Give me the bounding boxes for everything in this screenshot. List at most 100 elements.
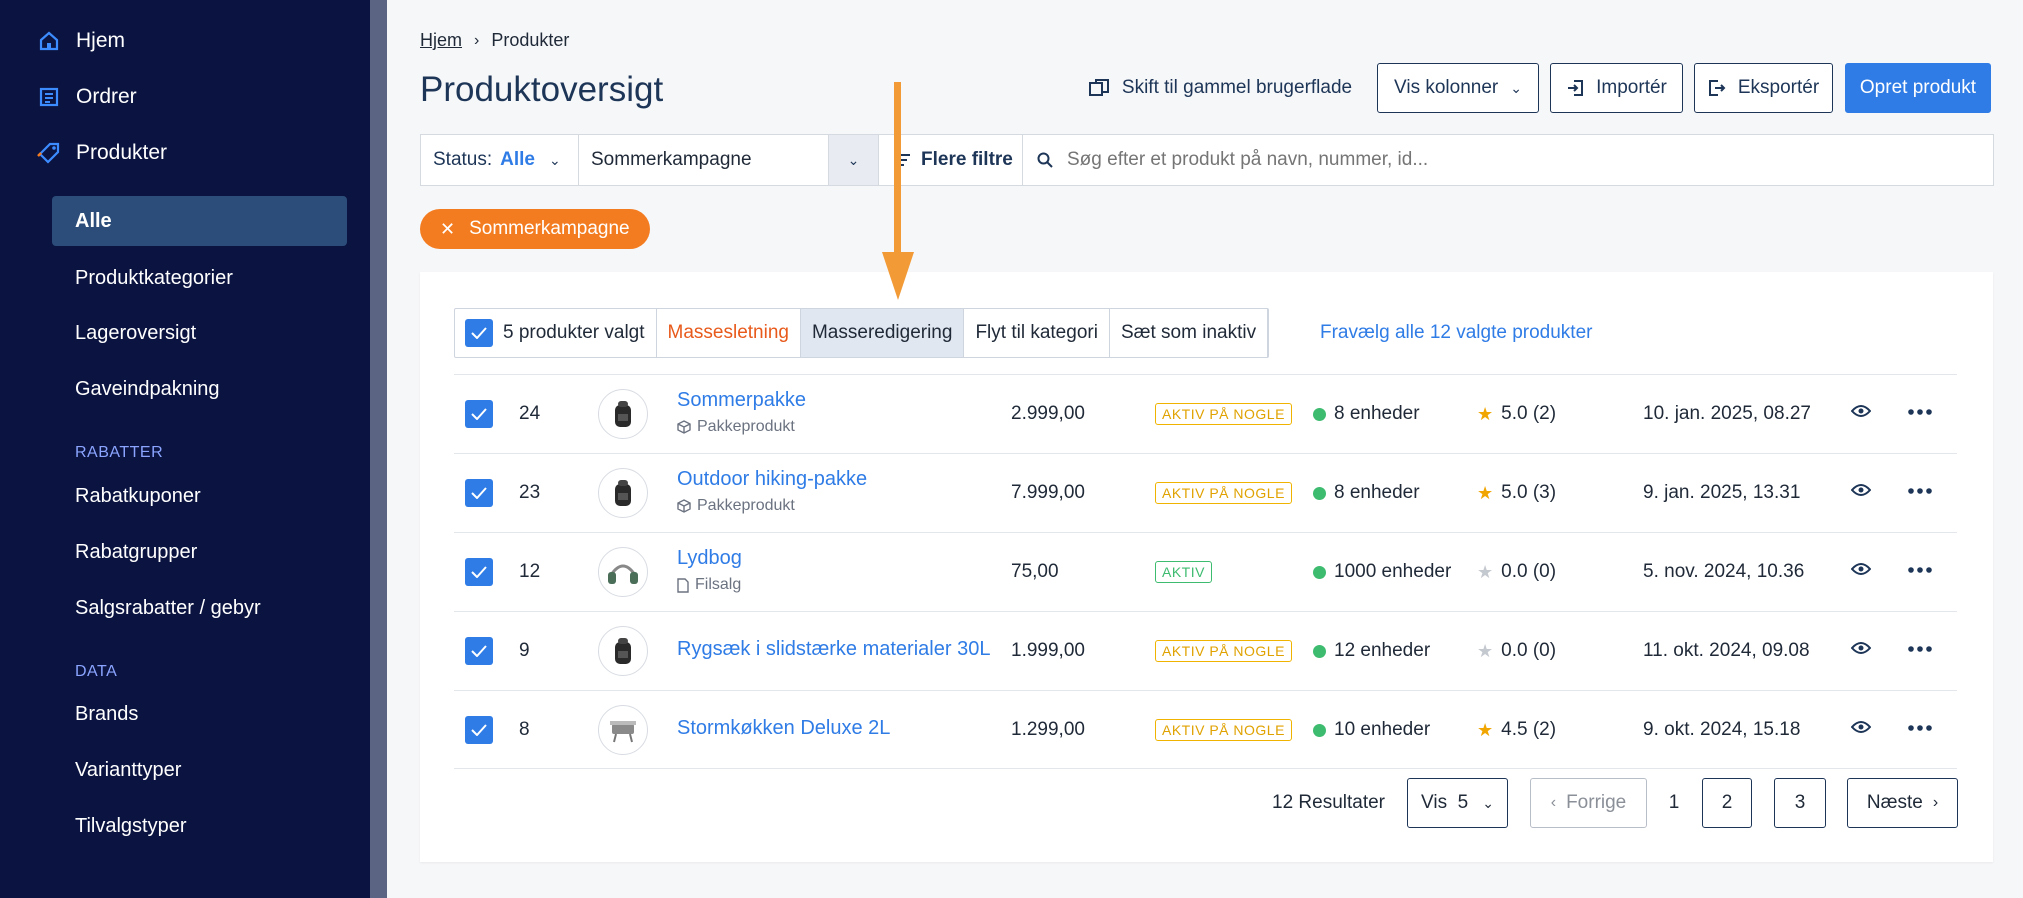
file-icon (677, 577, 689, 593)
nav-products-label: Produkter (76, 141, 168, 164)
nav-discount-groups[interactable]: Rabatgrupper (75, 541, 197, 564)
table-row[interactable]: 9 Rygsæk i slidstærke materialer 30L 1.9… (454, 611, 1957, 690)
product-id: 12 (519, 561, 541, 582)
product-id: 9 (519, 640, 530, 661)
rating: ★ 0.0 (0) (1477, 561, 1556, 583)
row-checkbox[interactable] (465, 558, 493, 586)
rating: ★ 0.0 (0) (1477, 640, 1556, 662)
product-type-label: Pakkeprodukt (697, 418, 795, 435)
nav-option-types[interactable]: Tilvalgstyper (75, 815, 187, 838)
campaign-dropdown-toggle[interactable]: ⌄ (829, 135, 879, 185)
stock-dot-icon (1313, 565, 1326, 579)
set-inactive-button[interactable]: Sæt som inaktiv (1110, 309, 1269, 357)
eye-icon[interactable] (1851, 641, 1871, 655)
table-row[interactable]: 24 Sommerpakke Pakkeprodukt 2.999,00 AKT… (454, 374, 1957, 453)
table-row[interactable]: 12 Lydbog Filsalg 75,00 AKTIV 1000 enhed… (454, 532, 1957, 611)
product-id: 8 (519, 719, 530, 740)
status-filter[interactable]: Status: Alle ⌄ (421, 135, 579, 185)
eye-icon[interactable] (1851, 404, 1871, 418)
nav-inventory[interactable]: Lageroversigt (75, 322, 196, 345)
switch-old-ui-button[interactable]: Skift til gammel brugerflade (1080, 63, 1360, 113)
row-checkbox[interactable] (465, 400, 493, 428)
more-options-icon[interactable] (1908, 488, 1932, 494)
bulk-delete-button[interactable]: Massesletning (657, 309, 801, 357)
eye-icon[interactable] (1851, 483, 1871, 497)
more-options-icon[interactable] (1908, 409, 1932, 415)
eye-icon[interactable] (1851, 720, 1871, 734)
row-checkbox[interactable] (465, 716, 493, 744)
search-input[interactable] (1067, 149, 1967, 171)
nav-products[interactable]: Produkter (36, 140, 167, 166)
move-to-category-button[interactable]: Flyt til kategori (964, 309, 1110, 357)
row-checkbox[interactable] (465, 637, 493, 665)
product-thumbnail (598, 547, 648, 597)
nav-coupons[interactable]: Rabatkuponer (75, 485, 201, 508)
product-price: 7.999,00 (1011, 482, 1085, 503)
updated-date: 10. jan. 2025, 08.27 (1643, 403, 1811, 424)
campaign-select[interactable]: Sommerkampagne (579, 135, 829, 185)
bulk-edit-button[interactable]: Masseredigering (800, 309, 965, 357)
export-button[interactable]: Eksportér (1694, 63, 1833, 113)
nav-gift-wrap[interactable]: Gaveindpakning (75, 378, 220, 401)
next-page-button[interactable]: Næste › (1847, 778, 1958, 828)
rating-label: 0.0 (0) (1501, 561, 1557, 582)
per-page-select[interactable]: Vis 5 ⌄ (1407, 778, 1508, 828)
more-options-icon[interactable] (1908, 646, 1932, 652)
create-product-button[interactable]: Opret produkt (1845, 63, 1991, 113)
star-icon: ★ (1477, 403, 1494, 424)
product-name-link[interactable]: Stormkøkken Deluxe 2L (677, 717, 890, 740)
nav-sales-discounts[interactable]: Salgsrabatter / gebyr (75, 597, 261, 620)
close-icon[interactable]: ✕ (440, 219, 455, 240)
annotation-arrow (882, 82, 914, 302)
import-button[interactable]: Importér (1550, 63, 1683, 113)
active-filter-chip[interactable]: ✕ Sommerkampagne (420, 209, 650, 249)
page-1[interactable]: 1 (1654, 778, 1694, 828)
nav-variant-types[interactable]: Varianttyper (75, 759, 181, 782)
status-badge: AKTIV (1155, 561, 1212, 583)
breadcrumb-home[interactable]: Hjem (420, 30, 462, 51)
stock-label: 1000 enheder (1334, 561, 1452, 582)
search-field[interactable] (1023, 135, 1993, 185)
nav-product-categories[interactable]: Produktkategorier (75, 267, 233, 290)
deselect-all-link[interactable]: Fravælg alle 12 valgte produkter (1320, 322, 1592, 344)
page-2[interactable]: 2 (1702, 778, 1752, 828)
table-row[interactable]: 23 Outdoor hiking-pakke Pakkeprodukt 7.9… (454, 453, 1957, 532)
eye-icon[interactable] (1851, 562, 1871, 576)
stock-dot-icon (1313, 407, 1326, 421)
stock-level: 12 enheder (1313, 640, 1430, 662)
stock-level: 1000 enheder (1313, 561, 1451, 583)
nav-home[interactable]: Hjem (36, 28, 125, 54)
rating: ★ 5.0 (3) (1477, 482, 1556, 504)
sidebar-scrollbar[interactable] (370, 0, 387, 898)
columns-button[interactable]: Vis kolonner ⌄ (1377, 63, 1539, 113)
nav-brands[interactable]: Brands (75, 703, 138, 726)
row-checkbox[interactable] (465, 479, 493, 507)
stock-label: 8 enheder (1334, 482, 1420, 503)
bulk-selected-count: 5 produkter valgt (503, 322, 645, 343)
chevron-down-icon: ⌄ (1510, 79, 1522, 96)
product-name-link[interactable]: Sommerpakke (677, 389, 806, 412)
import-icon (1566, 79, 1584, 97)
nav-orders[interactable]: Ordrer (36, 84, 137, 110)
table-row[interactable]: 8 Stormkøkken Deluxe 2L 1.299,00 AKTIV P… (454, 690, 1957, 769)
more-options-icon[interactable] (1908, 567, 1932, 573)
product-name-link[interactable]: Lydbog (677, 547, 742, 570)
product-thumbnail (598, 468, 648, 518)
product-name-link[interactable]: Rygsæk i slidstærke materialer 30L (677, 638, 990, 661)
stock-dot-icon (1313, 723, 1326, 737)
bulk-select-all[interactable]: 5 produkter valgt (455, 309, 657, 357)
product-name-link[interactable]: Outdoor hiking-pakke (677, 468, 867, 491)
page-3[interactable]: 3 (1774, 778, 1826, 828)
checkbox-checked-icon[interactable] (465, 319, 493, 347)
tag-icon (36, 140, 62, 166)
next-page-label: Næste (1866, 792, 1923, 813)
product-id: 23 (519, 482, 541, 503)
prev-page-label: Forrige (1566, 792, 1627, 813)
filter-bar: Status: Alle ⌄ Sommerkampagne ⌄ Flere fi… (420, 134, 1994, 186)
rating-label: 0.0 (0) (1501, 640, 1557, 661)
sidebar: Hjem Ordrer Produkter Alle Produktkatego… (0, 0, 370, 898)
prev-page-button[interactable]: ‹ Forrige (1530, 778, 1647, 828)
more-options-icon[interactable] (1908, 725, 1932, 731)
nav-products-all[interactable]: Alle (52, 196, 347, 246)
product-price: 2.999,00 (1011, 403, 1085, 424)
